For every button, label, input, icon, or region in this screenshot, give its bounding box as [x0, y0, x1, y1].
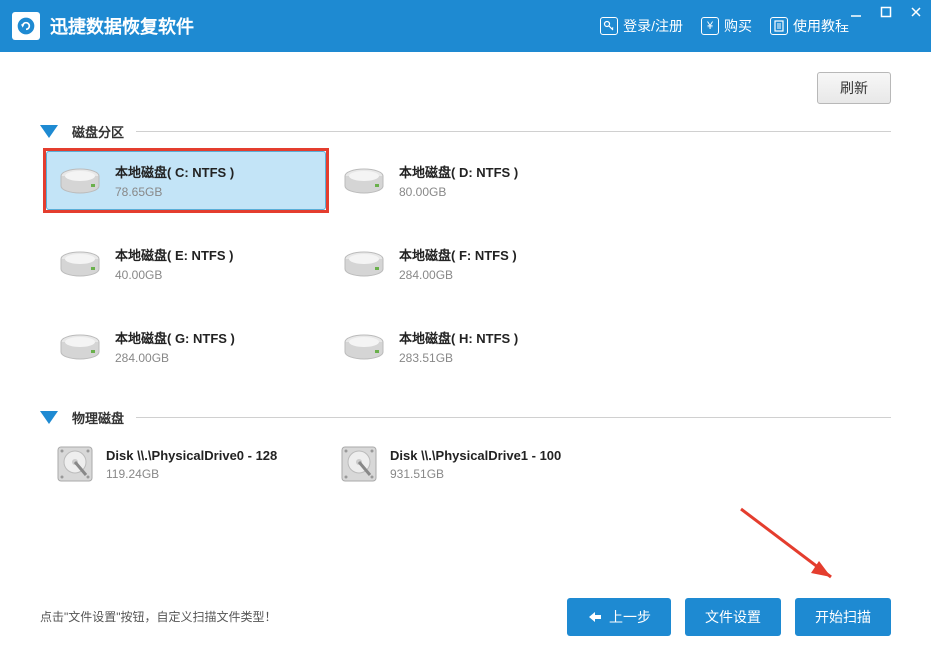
physical-disk-item[interactable]: Disk \\.\PhysicalDrive0 - 128 119.24GB	[46, 437, 326, 491]
physical-name: Disk \\.\PhysicalDrive1 - 100	[390, 448, 561, 463]
physical-header: 物理磁盘	[40, 408, 891, 427]
partition-size: 78.65GB	[115, 185, 234, 199]
maximize-button[interactable]	[871, 0, 901, 24]
physical-name: Disk \\.\PhysicalDrive0 - 128	[106, 448, 277, 463]
partitions-title: 磁盘分区	[72, 122, 124, 141]
start-scan-button[interactable]: 开始扫描	[795, 598, 891, 636]
back-label: 上一步	[609, 607, 651, 627]
hard-disk-icon	[56, 445, 94, 483]
disk-drive-icon	[343, 331, 385, 363]
triangle-down-icon	[40, 125, 58, 138]
partition-name: 本地磁盘( H: NTFS )	[399, 328, 518, 347]
partition-size: 80.00GB	[399, 185, 518, 199]
partition-item[interactable]: 本地磁盘( H: NTFS ) 283.51GB	[330, 317, 610, 376]
main-content: 刷新 磁盘分区 本地磁盘( C: NTFS ) 78.65GB 本地磁盘( D: N…	[0, 52, 931, 584]
partition-name: 本地磁盘( D: NTFS )	[399, 162, 518, 181]
disk-drive-icon	[343, 248, 385, 280]
login-register-link[interactable]: 登录/注册	[600, 16, 683, 36]
back-button[interactable]: 上一步	[567, 598, 671, 636]
key-icon	[600, 17, 618, 35]
partition-name: 本地磁盘( E: NTFS )	[115, 245, 233, 264]
physical-size: 931.51GB	[390, 467, 561, 481]
partition-size: 40.00GB	[115, 268, 233, 282]
physical-grid: Disk \\.\PhysicalDrive0 - 128119.24GBDis…	[40, 437, 891, 491]
partition-size: 284.00GB	[399, 268, 517, 282]
partition-item[interactable]: 本地磁盘( F: NTFS ) 284.00GB	[330, 234, 610, 293]
login-label: 登录/注册	[623, 16, 683, 36]
partition-name: 本地磁盘( C: NTFS )	[115, 162, 234, 181]
disk-drive-icon	[59, 165, 101, 197]
disk-drive-icon	[59, 331, 101, 363]
title-bar: 迅捷数据恢复软件 登录/注册 ¥ 购买 使用教程	[0, 0, 931, 52]
divider	[136, 417, 891, 418]
partitions-header: 磁盘分区	[40, 122, 891, 141]
partition-item[interactable]: 本地磁盘( C: NTFS ) 78.65GB	[46, 151, 326, 210]
disk-drive-icon	[59, 248, 101, 280]
disk-drive-icon	[343, 165, 385, 197]
yen-icon: ¥	[701, 17, 719, 35]
footer: 点击"文件设置"按钮，自定义扫描文件类型！ 上一步 文件设置 开始扫描	[0, 584, 931, 649]
close-button[interactable]	[901, 0, 931, 24]
footer-hint: 点击"文件设置"按钮，自定义扫描文件类型！	[40, 608, 567, 625]
app-logo-icon	[12, 12, 40, 40]
buy-label: 购买	[724, 16, 752, 36]
partition-item[interactable]: 本地磁盘( G: NTFS ) 284.00GB	[46, 317, 326, 376]
file-settings-button[interactable]: 文件设置	[685, 598, 781, 636]
physical-title: 物理磁盘	[72, 408, 124, 427]
app-title: 迅捷数据恢复软件	[50, 13, 600, 39]
partition-item[interactable]: 本地磁盘( D: NTFS ) 80.00GB	[330, 151, 610, 210]
partition-size: 283.51GB	[399, 351, 518, 365]
back-arrow-icon	[587, 610, 603, 624]
annotation-arrow-icon	[731, 499, 851, 594]
refresh-button[interactable]: 刷新	[817, 72, 891, 104]
partition-size: 284.00GB	[115, 351, 235, 365]
partition-item[interactable]: 本地磁盘( E: NTFS ) 40.00GB	[46, 234, 326, 293]
minimize-button[interactable]	[841, 0, 871, 24]
header-links: 登录/注册 ¥ 购买 使用教程	[600, 16, 849, 36]
partition-name: 本地磁盘( F: NTFS )	[399, 245, 517, 264]
partition-name: 本地磁盘( G: NTFS )	[115, 328, 235, 347]
partitions-grid: 本地磁盘( C: NTFS ) 78.65GB 本地磁盘( D: NTFS ) 80.…	[40, 151, 891, 376]
triangle-down-icon	[40, 411, 58, 424]
doc-icon	[770, 17, 788, 35]
physical-size: 119.24GB	[106, 467, 277, 481]
tutorial-link[interactable]: 使用教程	[770, 16, 849, 36]
hard-disk-icon	[340, 445, 378, 483]
divider	[136, 131, 891, 132]
window-controls	[841, 0, 931, 24]
physical-disk-item[interactable]: Disk \\.\PhysicalDrive1 - 100 931.51GB	[330, 437, 610, 491]
buy-link[interactable]: ¥ 购买	[701, 16, 752, 36]
